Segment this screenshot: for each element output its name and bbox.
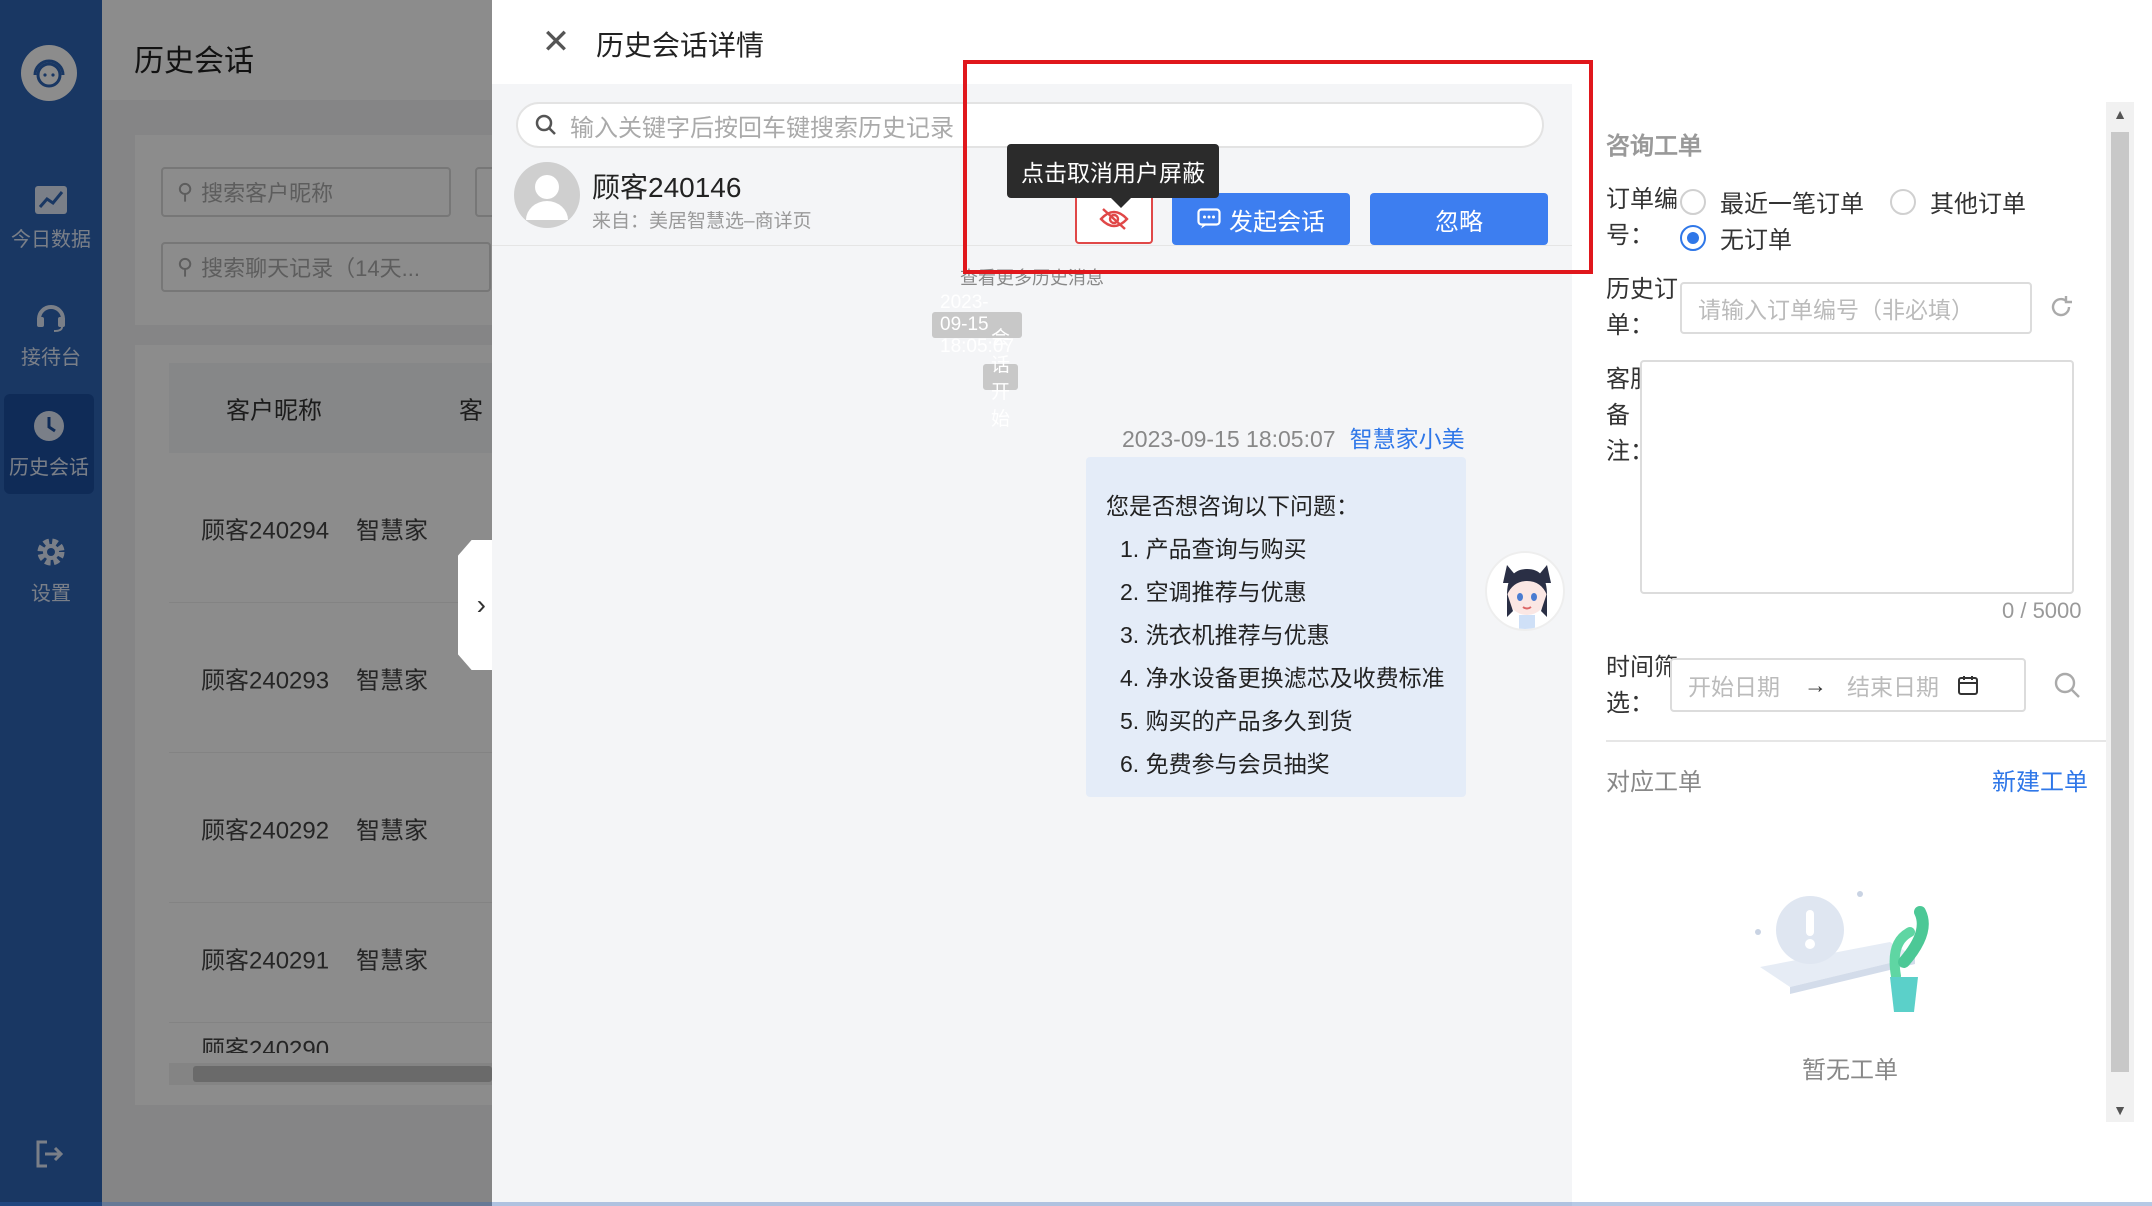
agent-name: 智慧家小美 xyxy=(1349,426,1465,452)
start-chat-label: 发起会话 xyxy=(1229,208,1325,236)
message-meta: 2023-09-15 18:05:07 智慧家小美 xyxy=(1122,420,1465,454)
new-ticket-link[interactable]: 新建工单 xyxy=(1992,762,2088,797)
start-chat-button[interactable]: 发起会话 xyxy=(1172,193,1350,245)
empty-text: 暂无工单 xyxy=(1802,1057,1898,1084)
history-order-input[interactable]: 请输入订单编号（非必填） xyxy=(1680,282,2032,334)
drawer-title: 历史会话详情 xyxy=(596,30,765,61)
radio-recent-order[interactable]: 最近一笔订单 xyxy=(1680,184,1864,219)
panel-scrollbar[interactable]: ▲ ▼ xyxy=(2106,102,2134,1122)
refresh-icon[interactable] xyxy=(2048,294,2074,325)
suggestion-item[interactable]: 5. 购买的产品多久到货 xyxy=(1106,700,1446,743)
chat-panel: 输入关键字后按回车键搜索历史记录 顾客240146 来自：美居智慧选–商详页 点… xyxy=(492,84,1572,1206)
session-start-pill: 会话开始 xyxy=(983,328,1019,430)
chat-bubble-icon xyxy=(1197,208,1221,229)
suggestion-item[interactable]: 4. 净水设备更换滤芯及收费标准 xyxy=(1106,657,1446,700)
scroll-up-icon[interactable]: ▲ xyxy=(2106,106,2134,122)
modal-mask[interactable] xyxy=(0,0,492,1206)
history-detail-drawer: ✕ 历史会话详情 输入关键字后按回车键搜索历史记录 顾客240146 来自：美居… xyxy=(492,0,2152,1206)
message-time: 2023-09-15 18:05:07 xyxy=(1122,426,1336,452)
char-counter: 0 / 5000 xyxy=(2002,598,2082,623)
scroll-thumb[interactable] xyxy=(2111,132,2129,1072)
radio-label: 其他订单 xyxy=(1930,191,2026,218)
radio-other-order[interactable]: 其他订单 xyxy=(1890,184,2026,219)
search-placeholder: 输入关键字后按回车键搜索历史记录 xyxy=(570,114,954,142)
customer-avatar xyxy=(514,162,580,228)
radio-label: 无订单 xyxy=(1720,227,1792,254)
radio-circle xyxy=(1890,188,1916,215)
ticket-panel: 咨询工单 订单编号： 最近一笔订单 其他订单 无订单 历史订单： 请输入订单编号… xyxy=(1590,102,2134,1122)
history-search-input[interactable]: 输入关键字后按回车键搜索历史记录 xyxy=(516,102,1544,148)
scroll-down-icon[interactable]: ▼ xyxy=(2106,1102,2134,1118)
suggestion-item[interactable]: 6. 免费参与会员抽奖 xyxy=(1106,743,1446,786)
order-no-label: 订单编号： xyxy=(1606,186,1678,249)
chevron-right-icon[interactable]: › xyxy=(458,540,492,670)
unblock-tooltip: 点击取消用户屏蔽 xyxy=(1007,144,1219,208)
range-arrow: → xyxy=(1804,671,1827,698)
close-icon[interactable]: ✕ xyxy=(536,22,576,62)
drawer-header: ✕ 历史会话详情 xyxy=(492,0,2152,84)
remark-textarea[interactable] xyxy=(1640,360,2074,594)
bot-avatar xyxy=(1485,551,1565,631)
suggestion-item[interactable]: 3. 洗衣机推荐与优惠 xyxy=(1106,614,1446,657)
date-range-picker[interactable]: 开始日期 → 结束日期 xyxy=(1670,658,2026,712)
related-tickets-title: 对应工单 xyxy=(1606,769,1702,796)
panel-title: 咨询工单 xyxy=(1606,133,1702,160)
suggestion-item[interactable]: 1. 产品查询与购买 xyxy=(1106,528,1446,571)
message-bubble: 您是否想咨询以下问题： 1. 产品查询与购买 2. 空调推荐与优惠 3. 洗衣机… xyxy=(1086,457,1466,797)
suggestion-item[interactable]: 2. 空调推荐与优惠 xyxy=(1106,571,1446,614)
eye-off-icon xyxy=(1099,208,1129,230)
divider xyxy=(1606,740,2106,742)
customer-name: 顾客240146 xyxy=(592,172,742,203)
calendar-icon xyxy=(1958,676,1978,695)
empty-ticket-illustration xyxy=(1755,891,1929,1012)
search-icon[interactable] xyxy=(2052,670,2082,705)
radio-circle xyxy=(1680,188,1706,215)
ignore-button[interactable]: 忽略 xyxy=(1370,193,1548,245)
start-date[interactable]: 开始日期 xyxy=(1688,668,1780,702)
bottom-border xyxy=(0,1202,2152,1206)
load-more-history-link[interactable]: 查看更多历史消息 xyxy=(492,264,1572,290)
history-order-label: 历史订单： xyxy=(1606,276,1678,339)
radio-no-order[interactable]: 无订单 xyxy=(1680,220,1792,255)
radio-circle-selected xyxy=(1680,224,1706,251)
customer-bar: 顾客240146 来自：美居智慧选–商详页 点击取消用户屏蔽 发起会话 忽略 xyxy=(492,144,1572,246)
message-intro: 您是否想咨询以下问题： xyxy=(1106,493,1359,519)
search-icon xyxy=(535,114,556,135)
end-date[interactable]: 结束日期 xyxy=(1847,668,1939,702)
radio-label: 最近一笔订单 xyxy=(1720,191,1864,218)
customer-source: 来自：美居智慧选–商详页 xyxy=(592,211,812,232)
